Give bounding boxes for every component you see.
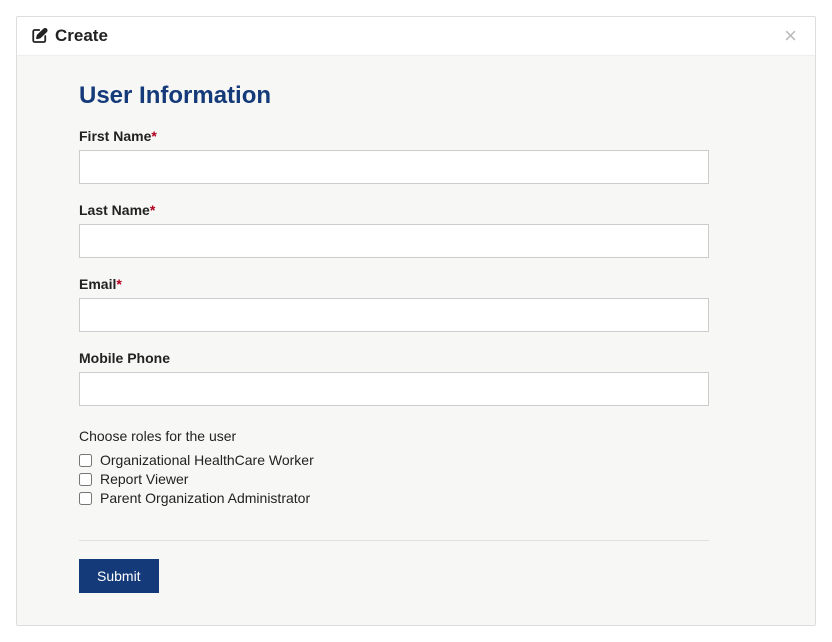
role-checkbox-parent-admin[interactable] [79,492,92,505]
role-label: Parent Organization Administrator [100,490,310,506]
last-name-label: Last Name* [79,202,753,218]
required-marker: * [151,128,156,144]
email-label: Email* [79,276,753,292]
required-marker: * [150,202,155,218]
mobile-group: Mobile Phone [79,350,753,406]
role-label: Report Viewer [100,471,188,487]
separator [79,540,709,541]
section-heading: User Information [79,82,753,110]
role-item: Organizational HealthCare Worker [79,452,753,468]
role-checkbox-org-healthcare[interactable] [79,454,92,467]
close-icon[interactable]: × [780,25,801,47]
last-name-group: Last Name* [79,202,753,258]
mobile-label: Mobile Phone [79,350,753,366]
role-item: Report Viewer [79,471,753,487]
email-input[interactable] [79,298,709,332]
edit-icon [31,27,49,45]
dialog-title: Create [31,26,108,46]
first-name-group: First Name* [79,128,753,184]
mobile-input[interactable] [79,372,709,406]
role-item: Parent Organization Administrator [79,490,753,506]
create-user-dialog: Create × User Information First Name* La… [16,16,816,626]
dialog-header: Create × [17,17,815,56]
email-group: Email* [79,276,753,332]
role-label: Organizational HealthCare Worker [100,452,314,468]
dialog-title-text: Create [55,26,108,46]
roles-title: Choose roles for the user [79,428,753,444]
first-name-input[interactable] [79,150,709,184]
required-marker: * [116,276,121,292]
dialog-body: User Information First Name* Last Name* … [17,56,815,625]
submit-button[interactable]: Submit [79,559,159,593]
role-checkbox-report-viewer[interactable] [79,473,92,486]
last-name-input[interactable] [79,224,709,258]
first-name-label: First Name* [79,128,753,144]
